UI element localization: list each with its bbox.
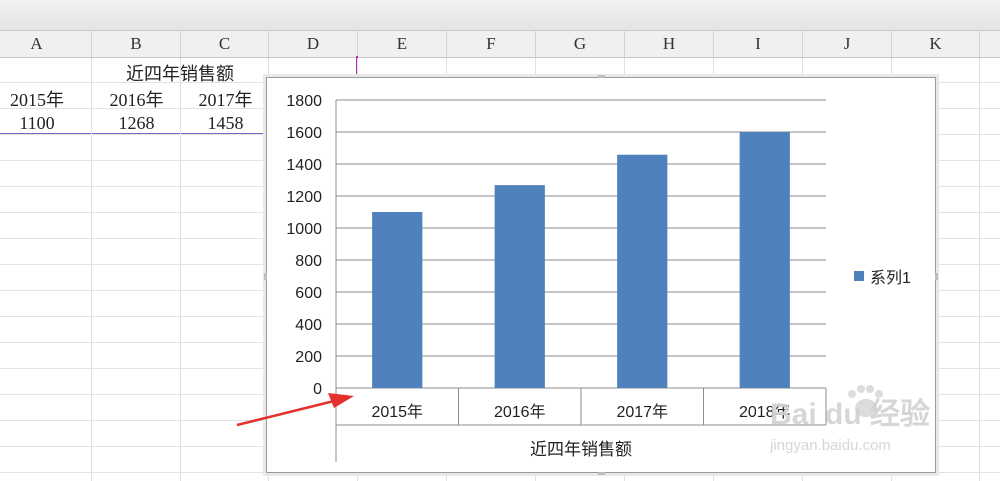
y-tick-label: 1000 xyxy=(286,221,322,238)
bar xyxy=(494,185,545,388)
y-tick-label: 0 xyxy=(313,381,322,398)
x-axis-title: 近四年销售额 xyxy=(530,440,632,459)
y-tick-label: 400 xyxy=(295,317,322,334)
legend-series-label: 系列1 xyxy=(870,270,911,287)
y-tick-label: 1800 xyxy=(286,93,322,110)
y-tick-label: 800 xyxy=(295,253,322,270)
x-tick-label: 2017年 xyxy=(616,403,668,421)
y-tick-label: 1600 xyxy=(286,125,322,142)
bar-chart[interactable]: 0 200 400 600 800 1000 1200 1400 1600 1800 2015年 20… xyxy=(0,0,1000,481)
x-tick-label: 2015年 xyxy=(371,403,423,421)
x-tick-label: 2018年 xyxy=(739,403,791,421)
x-tick-label: 2016年 xyxy=(494,403,546,421)
bar xyxy=(739,132,790,388)
y-tick-label: 200 xyxy=(295,349,322,366)
y-tick-label: 1200 xyxy=(286,189,322,206)
bar xyxy=(617,154,668,388)
y-tick-label: 600 xyxy=(295,285,322,302)
chart-legend[interactable]: 系列1 xyxy=(854,264,911,288)
y-tick-label: 1400 xyxy=(286,157,322,174)
legend-swatch xyxy=(854,271,864,281)
bar xyxy=(372,212,423,388)
